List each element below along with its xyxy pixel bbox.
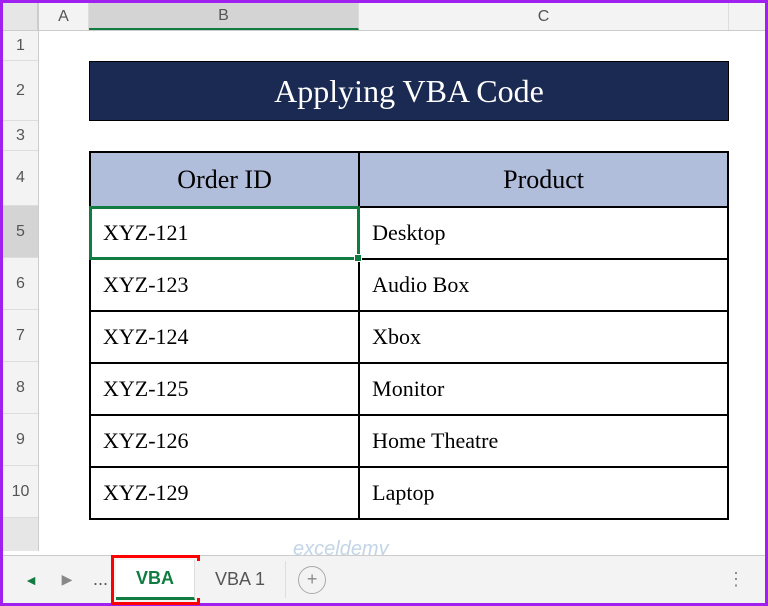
- row-header-8[interactable]: 8: [3, 362, 38, 414]
- title-cell[interactable]: Applying VBA Code: [89, 61, 729, 121]
- row-headers: 1 2 3 4 5 6 7 8 9 10: [3, 3, 39, 551]
- header-order-id[interactable]: Order ID: [90, 152, 359, 207]
- cell-c10[interactable]: Laptop: [359, 467, 728, 519]
- select-all-corner[interactable]: [3, 3, 38, 31]
- col-header-b[interactable]: B: [89, 3, 359, 30]
- data-table: Order ID Product XYZ-121 Desktop XYZ-123…: [89, 151, 729, 520]
- table-row: XYZ-125 Monitor: [90, 363, 728, 415]
- col-header-c[interactable]: C: [359, 3, 729, 30]
- cell-b9[interactable]: XYZ-126: [90, 415, 359, 467]
- row-header-7[interactable]: 7: [3, 310, 38, 362]
- cell-b6[interactable]: XYZ-123: [90, 259, 359, 311]
- col-header-a[interactable]: A: [39, 3, 89, 30]
- table-row: XYZ-126 Home Theatre: [90, 415, 728, 467]
- row-header-2[interactable]: 2: [3, 61, 38, 121]
- cell-c5[interactable]: Desktop: [359, 207, 728, 259]
- table-row: XYZ-121 Desktop: [90, 207, 728, 259]
- column-headers: A B C: [39, 3, 765, 31]
- table-row: XYZ-129 Laptop: [90, 467, 728, 519]
- tab-vba[interactable]: VBA: [116, 560, 195, 600]
- prev-sheet-icon[interactable]: ◄: [19, 568, 43, 592]
- tab-vba-1[interactable]: VBA 1: [195, 561, 286, 598]
- row-header-9[interactable]: 9: [3, 414, 38, 466]
- table-row: XYZ-124 Xbox: [90, 311, 728, 363]
- row-header-10[interactable]: 10: [3, 466, 38, 518]
- header-product[interactable]: Product: [359, 152, 728, 207]
- add-sheet-icon[interactable]: +: [298, 566, 326, 594]
- cell-c9[interactable]: Home Theatre: [359, 415, 728, 467]
- row-header-4[interactable]: 4: [3, 151, 38, 206]
- fill-handle[interactable]: [354, 254, 362, 262]
- cell-c6[interactable]: Audio Box: [359, 259, 728, 311]
- cell-b10[interactable]: XYZ-129: [90, 467, 359, 519]
- row-header-6[interactable]: 6: [3, 258, 38, 310]
- sheet-ellipsis[interactable]: ...: [93, 569, 108, 590]
- cell-b7[interactable]: XYZ-124: [90, 311, 359, 363]
- table-row: XYZ-123 Audio Box: [90, 259, 728, 311]
- cell-c8[interactable]: Monitor: [359, 363, 728, 415]
- spreadsheet-grid: 1 2 3 4 5 6 7 8 9 10 A B C Applying VBA …: [3, 3, 765, 551]
- row-header-1[interactable]: 1: [3, 31, 38, 61]
- tab-menu-icon[interactable]: ⋮: [717, 569, 755, 590]
- row-header-5[interactable]: 5: [3, 206, 38, 258]
- next-sheet-icon[interactable]: ▶: [55, 568, 79, 592]
- cell-b5[interactable]: XYZ-121: [90, 207, 359, 259]
- sheet-tabs-bar: ◄ ▶ ... VBA VBA 1 + ⋮: [3, 555, 765, 603]
- cell-c7[interactable]: Xbox: [359, 311, 728, 363]
- cell-b8[interactable]: XYZ-125: [90, 363, 359, 415]
- row-header-3[interactable]: 3: [3, 121, 38, 151]
